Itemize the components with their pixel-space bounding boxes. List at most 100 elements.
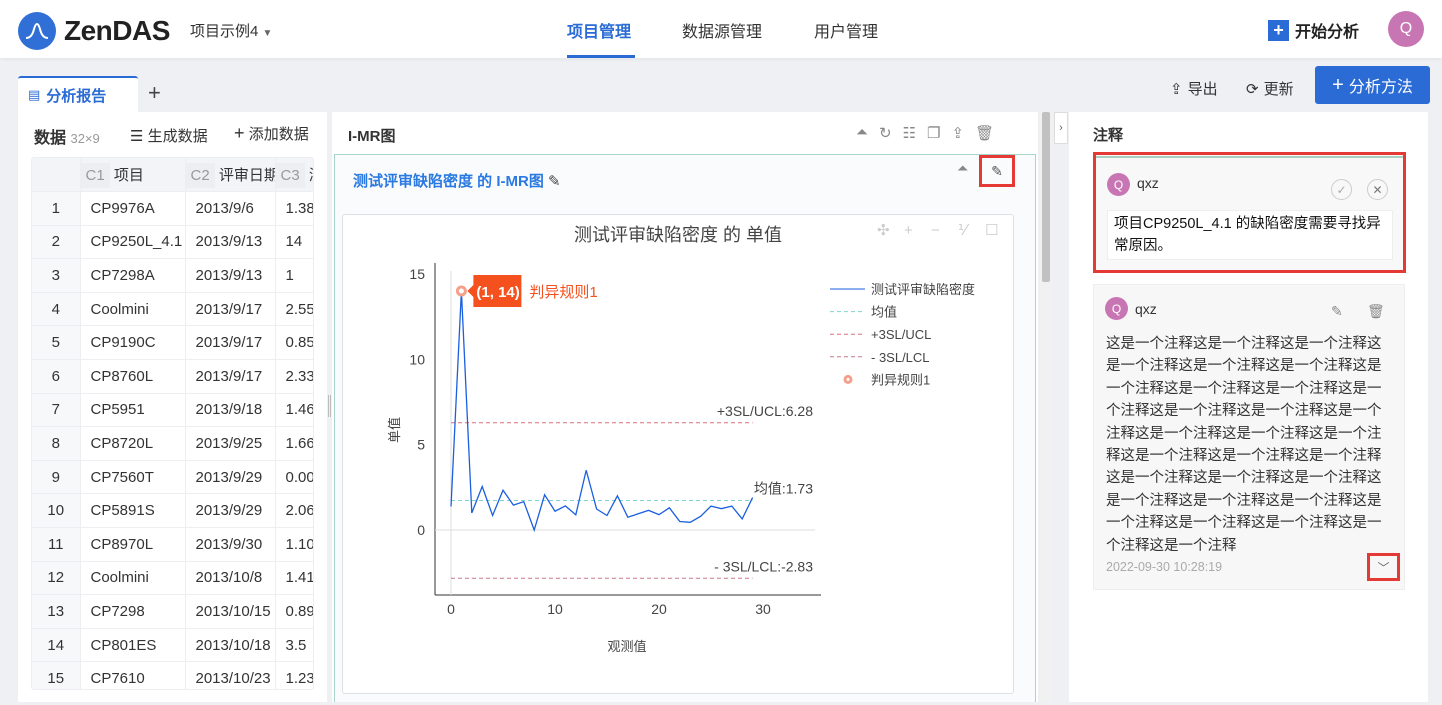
table-cell[interactable]: CP5951	[80, 393, 186, 428]
collapse-right-panel-button[interactable]: ›	[1054, 112, 1068, 144]
table-cell[interactable]: CP7298	[80, 594, 186, 629]
table-cell[interactable]: 2013/9/13	[185, 225, 276, 260]
edit-icon[interactable]: ✎	[1331, 303, 1343, 320]
table-cell[interactable]: 3.5	[275, 628, 313, 663]
table-row[interactable]: 2 CP9250L_4.1 2013/9/13 14	[32, 225, 313, 260]
table-cell[interactable]: 2013/10/8	[185, 561, 276, 596]
pencil-icon[interactable]: ✎	[548, 173, 561, 190]
settings-sliders-icon[interactable]: ☷	[903, 124, 916, 142]
table-cell[interactable]: 2013/10/15	[185, 594, 276, 629]
table-row[interactable]: 8 CP8720L 2013/9/25 1.66	[32, 426, 313, 461]
chart-toolbar-icon[interactable]: −	[931, 222, 940, 239]
table-cell[interactable]: CP8760L	[80, 359, 186, 394]
imr-chart[interactable]: 测试评审缺陷密度 的 单值 ✣ + − ⅟ ☐ 0 5 10 15 0 10 20 30 观测值 单值均值:1…	[343, 215, 1013, 693]
copy-icon[interactable]: ❐	[927, 124, 940, 142]
chart-card-title[interactable]: 测试评审缺陷密度 的 I-MR图 ✎	[353, 170, 561, 191]
add-tab-button[interactable]: +	[148, 80, 161, 106]
table-cell[interactable]: CP8970L	[80, 527, 186, 562]
table-cell[interactable]: 2013/9/17	[185, 359, 276, 394]
table-row[interactable]: 3 CP7298A 2013/9/13 1	[32, 258, 313, 293]
table-cell[interactable]: 0.00	[275, 460, 313, 495]
table-cell[interactable]: 1.23	[275, 661, 313, 689]
note-textarea[interactable]: 项目CP9250L_4.1 的缺陷密度需要寻找异常原因。	[1107, 210, 1393, 260]
column-header[interactable]: C1 项目	[80, 158, 186, 193]
table-cell[interactable]: 2013/9/17	[185, 292, 276, 327]
share-icon[interactable]: ⇪	[952, 124, 965, 142]
table-row[interactable]: 15 CP7610 2013/10/23 1.23	[32, 661, 313, 689]
data-table[interactable]: C1 项目 C2 评审日期 C3 测 1CP9976A2013/9/61.382…	[31, 157, 314, 690]
table-cell[interactable]: 2013/9/29	[185, 493, 276, 529]
table-row[interactable]: 14 CP801ES 2013/10/18 3.5	[32, 628, 313, 663]
table-cell[interactable]: 2013/9/13	[185, 258, 276, 293]
table-cell[interactable]: CP8720L	[80, 426, 186, 461]
column-header[interactable]: C3 测	[275, 158, 313, 193]
table-cell[interactable]: 2013/9/29	[185, 460, 276, 495]
table-cell[interactable]: 1.46	[275, 393, 313, 428]
expand-chevron-down-icon[interactable]: ﹀	[1367, 553, 1400, 581]
collapse-icon[interactable]: ⏶	[856, 124, 868, 142]
table-cell[interactable]: 0.85	[275, 325, 313, 361]
table-cell[interactable]: 2013/9/18	[185, 393, 276, 428]
table-cell[interactable]: 2.33	[275, 359, 313, 394]
table-cell[interactable]: CP7610	[80, 661, 186, 689]
chart-toolbar-icon[interactable]: +	[904, 222, 913, 239]
table-cell[interactable]: 2013/10/23	[185, 661, 276, 689]
table-cell[interactable]: Coolmini	[80, 561, 186, 596]
collapse-icon[interactable]: ⏶	[957, 160, 968, 177]
confirm-check-icon[interactable]: ✓	[1331, 179, 1352, 200]
table-cell[interactable]: 1.10	[275, 527, 313, 562]
table-cell[interactable]: 1.66	[275, 426, 313, 461]
table-row[interactable]: 9 CP7560T 2013/9/29 0.00	[32, 460, 313, 495]
table-cell[interactable]: CP7298A	[80, 258, 186, 293]
chart-toolbar-icon[interactable]: ⅟	[958, 222, 970, 239]
table-cell[interactable]: CP7560T	[80, 460, 186, 495]
trash-icon[interactable]: 🗑	[1367, 303, 1385, 320]
table-cell[interactable]: Coolmini	[80, 292, 186, 327]
analysis-method-button[interactable]: + 分析方法	[1315, 66, 1430, 104]
table-cell[interactable]: CP9976A	[80, 191, 186, 226]
table-cell[interactable]: 0.89	[275, 594, 313, 629]
table-row[interactable]: 13 CP7298 2013/10/15 0.89	[32, 594, 313, 629]
table-cell[interactable]: 1.38	[275, 191, 313, 226]
column-header[interactable]: C2 评审日期	[185, 158, 276, 193]
table-cell[interactable]: CP9250L_4.1	[80, 225, 186, 260]
table-cell[interactable]: CP801ES	[80, 628, 186, 663]
add-data-button[interactable]: + 添加数据	[234, 123, 309, 144]
table-row[interactable]: 5 CP9190C 2013/9/17 0.85	[32, 325, 313, 361]
nav-user-management[interactable]: 用户管理	[814, 18, 878, 42]
table-row[interactable]: 10 CP5891S 2013/9/29 2.06	[32, 493, 313, 529]
chart-toolbar-icon[interactable]: ☐	[985, 222, 998, 239]
nav-project-management[interactable]: 项目管理	[567, 18, 631, 42]
table-cell[interactable]: 2.06	[275, 493, 313, 529]
chart-toolbar-icon[interactable]: ✣	[877, 222, 890, 239]
table-row[interactable]: 12 Coolmini 2013/10/8 1.41	[32, 561, 313, 596]
trash-icon[interactable]: 🗑	[975, 124, 994, 142]
table-cell[interactable]: 2013/10/18	[185, 628, 276, 663]
table-cell[interactable]: 2.55	[275, 292, 313, 327]
table-row[interactable]: 4 Coolmini 2013/9/17 2.55	[32, 292, 313, 327]
logo[interactable]: ZenDAS	[18, 12, 170, 50]
export-button[interactable]: ⇪ 导出	[1170, 78, 1218, 99]
tab-analysis-report[interactable]: ▤ 分析报告	[18, 76, 138, 112]
table-cell[interactable]: 1	[275, 258, 313, 293]
start-analysis-button[interactable]: + 开始分析	[1268, 18, 1359, 42]
scrollbar[interactable]	[1040, 112, 1052, 702]
generate-data-button[interactable]: ☰ 生成数据	[130, 125, 208, 146]
user-avatar[interactable]: Q	[1388, 11, 1424, 47]
resize-handle[interactable]	[328, 395, 331, 417]
table-row[interactable]: 6 CP8760L 2013/9/17 2.33	[32, 359, 313, 394]
table-cell[interactable]: CP9190C	[80, 325, 186, 361]
table-cell[interactable]: 2013/9/25	[185, 426, 276, 461]
table-row[interactable]: 7 CP5951 2013/9/18 1.46	[32, 393, 313, 428]
table-cell[interactable]: CP5891S	[80, 493, 186, 529]
project-selector[interactable]: 项目示例4 ▼	[190, 20, 272, 41]
table-row[interactable]: 1 CP9976A 2013/9/6 1.38	[32, 191, 313, 226]
scrollbar-thumb[interactable]	[1042, 112, 1050, 282]
refresh-icon[interactable]: ↻	[879, 124, 892, 142]
table-cell[interactable]: 14	[275, 225, 313, 260]
table-row[interactable]: 11 CP8970L 2013/9/30 1.10	[32, 527, 313, 562]
table-cell[interactable]: 2013/9/30	[185, 527, 276, 562]
table-cell[interactable]: 2013/9/17	[185, 325, 276, 361]
refresh-button[interactable]: ⟳ 更新	[1246, 78, 1294, 99]
table-cell[interactable]: 1.41	[275, 561, 313, 596]
